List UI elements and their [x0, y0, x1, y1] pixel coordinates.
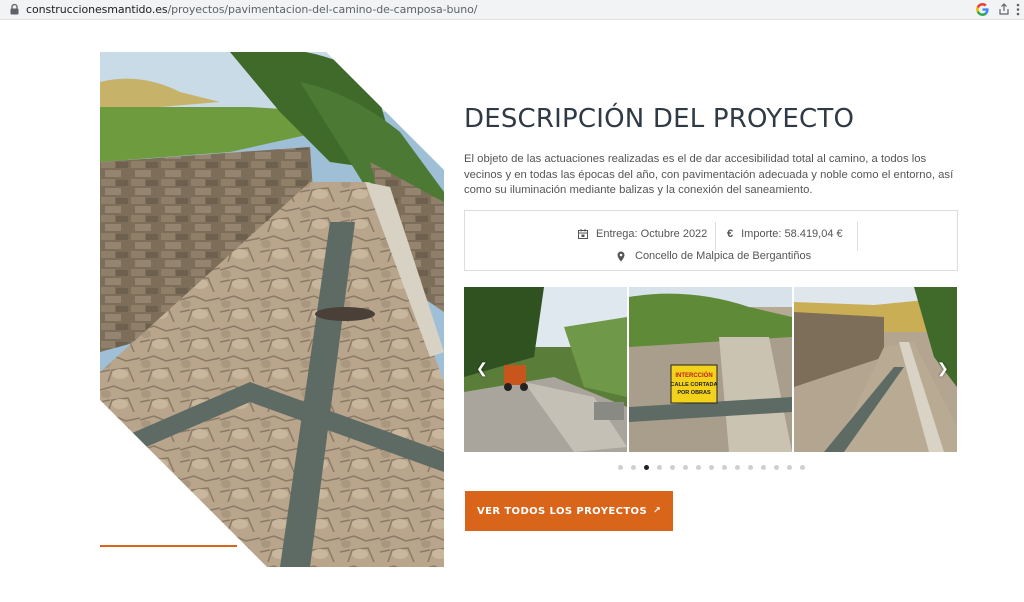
gallery-slide[interactable]: INTERCCIÓN CALLE CORTADA POR OBRAS: [629, 287, 792, 452]
sign-text: CALLE CORTADA: [671, 382, 718, 388]
location-info: Concello de Malpica de Bergantiños: [617, 250, 811, 262]
gallery-dot[interactable]: [735, 465, 740, 470]
info-separator: [857, 222, 858, 251]
gallery-dot[interactable]: [787, 465, 792, 470]
external-link-icon: ↗: [653, 506, 662, 516]
delivery-info: Entrega: Octubre 2022: [578, 222, 707, 246]
gallery-dot[interactable]: [761, 465, 766, 470]
accent-divider: [100, 545, 237, 547]
map-pin-icon: [617, 251, 625, 261]
euro-icon: €: [727, 228, 734, 240]
gallery-dot[interactable]: [748, 465, 753, 470]
page-title: DESCRIPCIÓN DEL PROYECTO: [464, 104, 855, 134]
google-icon[interactable]: [976, 3, 989, 16]
gallery-dot[interactable]: [722, 465, 727, 470]
project-description: El objeto de las actuaciones realizadas …: [464, 153, 954, 196]
gallery-next-arrow[interactable]: ❯: [937, 361, 949, 375]
gallery-slide[interactable]: [794, 287, 957, 452]
gallery-dot[interactable]: [657, 465, 662, 470]
sign-text: INTERCCIÓN: [675, 371, 712, 379]
lock-icon: [10, 4, 19, 15]
gallery-prev-arrow[interactable]: ❮: [476, 361, 488, 375]
gallery-dot[interactable]: [670, 465, 675, 470]
gallery-dot[interactable]: [696, 465, 701, 470]
gallery-dot[interactable]: [774, 465, 779, 470]
more-icon[interactable]: [1016, 3, 1020, 16]
share-icon[interactable]: [998, 3, 1010, 15]
browser-url-bar[interactable]: construccionesmantido.es/proyectos/pavim…: [0, 0, 1024, 20]
amount-info: € Importe: 58.419,04 €: [727, 228, 843, 240]
project-gallery-carousel[interactable]: INTERCCIÓN CALLE CORTADA POR OBRAS: [464, 287, 959, 452]
view-all-projects-button[interactable]: VER TODOS LOS PROYECTOS ↗: [465, 491, 673, 531]
gallery-dot[interactable]: [800, 465, 805, 470]
sign-text: POR OBRAS: [677, 390, 711, 396]
calendar-icon: [578, 229, 588, 239]
url-text[interactable]: construccionesmantido.es/proyectos/pavim…: [26, 3, 477, 16]
gallery-pagination[interactable]: [618, 465, 805, 470]
gallery-dot[interactable]: [618, 465, 623, 470]
info-separator: [715, 222, 716, 251]
gallery-dot[interactable]: [683, 465, 688, 470]
gallery-dot[interactable]: [644, 465, 649, 470]
gallery-dot[interactable]: [631, 465, 636, 470]
gallery-slide[interactable]: [464, 287, 627, 452]
gallery-dot[interactable]: [709, 465, 714, 470]
project-info-box: Entrega: Octubre 2022 € Importe: 58.419,…: [464, 210, 958, 271]
